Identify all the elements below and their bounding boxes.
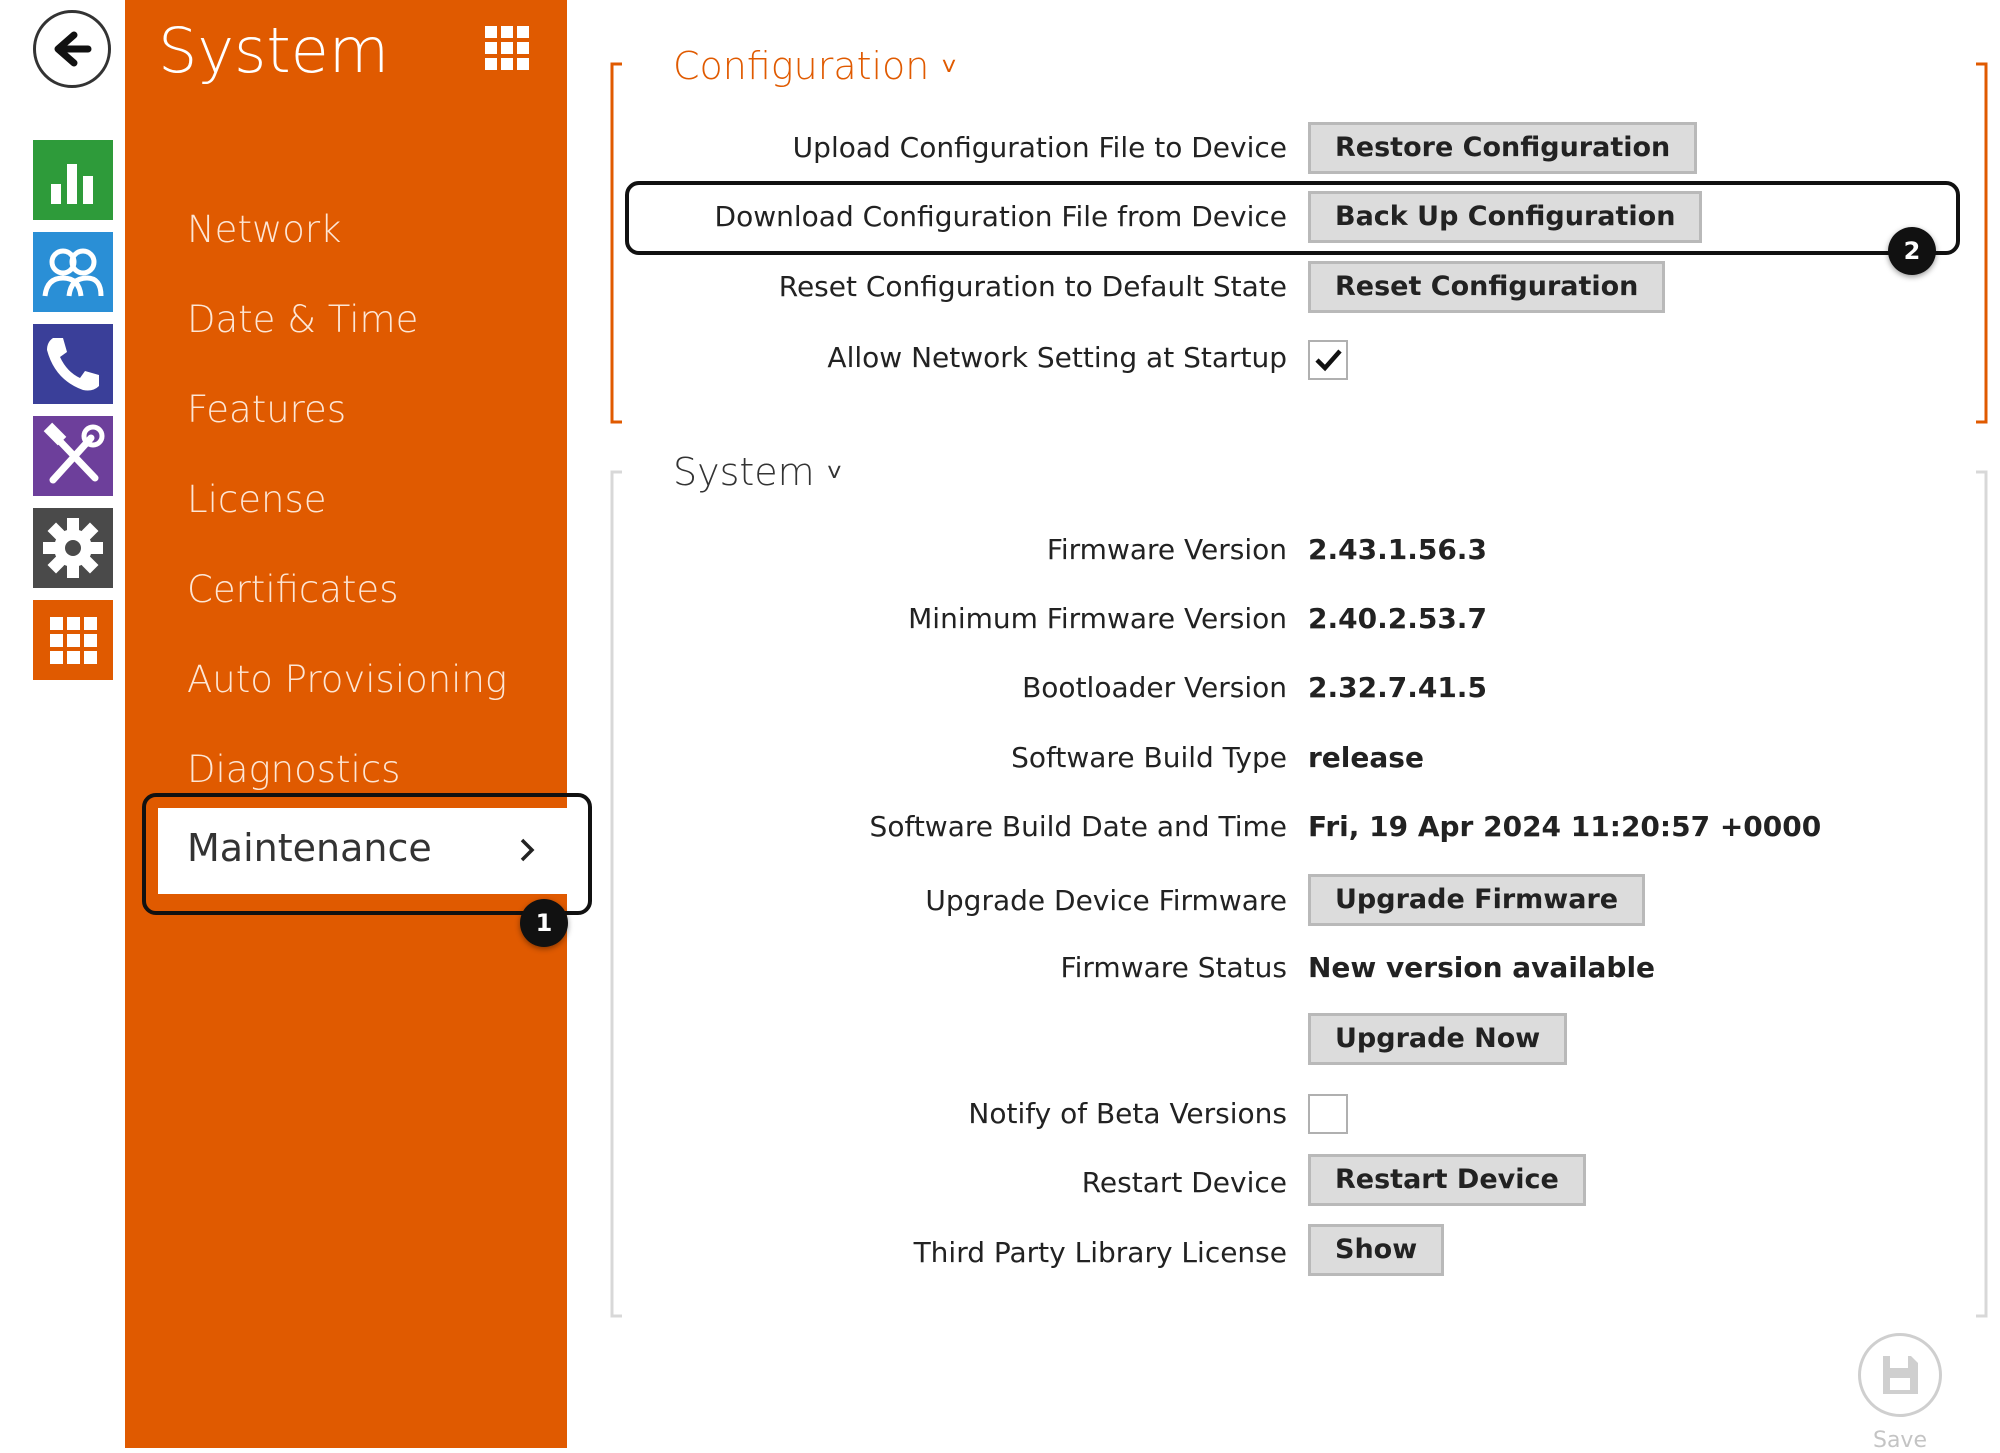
- build-date-label: Software Build Date and Time: [869, 810, 1287, 843]
- back-button[interactable]: [33, 10, 111, 88]
- sidebar-item-date-time[interactable]: Date & Time: [187, 298, 418, 341]
- beta-versions-label: Notify of Beta Versions: [968, 1097, 1287, 1130]
- upload-config-label: Upload Configuration File to Device: [792, 131, 1287, 164]
- firmware-status-label: Firmware Status: [1060, 951, 1287, 984]
- restart-device-label: Restart Device: [1081, 1166, 1287, 1199]
- save-label: Save: [1872, 1428, 1927, 1453]
- sidebar-item-license[interactable]: License: [187, 478, 327, 521]
- allow-network-label: Allow Network Setting at Startup: [827, 341, 1287, 374]
- floppy-disk-icon: [1883, 1356, 1918, 1394]
- upgrade-now-button[interactable]: Upgrade Now: [1308, 1013, 1568, 1065]
- sidebar-item-network[interactable]: Network: [187, 208, 342, 251]
- restore-configuration-button[interactable]: Restore Configuration: [1308, 122, 1698, 174]
- sidebar-item-auto-provisioning[interactable]: Auto Provisioning: [187, 658, 507, 701]
- min-firmware-label: Minimum Firmware Version: [908, 602, 1287, 635]
- firmware-status-value: New version available: [1308, 951, 1656, 984]
- bootloader-label: Bootloader Version: [1022, 671, 1287, 704]
- allow-network-checkbox[interactable]: [1308, 340, 1348, 380]
- sidebar-item-diagnostics[interactable]: Diagnostics: [187, 748, 400, 791]
- show-license-button[interactable]: Show: [1308, 1224, 1445, 1276]
- callout-badge-1: 1: [520, 899, 568, 947]
- users-icon[interactable]: [33, 232, 113, 312]
- arrow-left-icon: [54, 31, 92, 67]
- build-type-label: Software Build Type: [1011, 741, 1287, 774]
- sidebar-item-certificates[interactable]: Certificates: [187, 568, 398, 611]
- sidebar-title: System: [158, 14, 390, 87]
- callout-badge-2: 2: [1888, 227, 1936, 275]
- build-date-value: Fri, 19 Apr 2024 11:20:57 +0000: [1308, 810, 1822, 843]
- save-button[interactable]: [1858, 1333, 1942, 1417]
- tools-icon[interactable]: [33, 416, 113, 496]
- reset-config-label: Reset Configuration to Default State: [778, 270, 1287, 303]
- upgrade-firmware-button[interactable]: Upgrade Firmware: [1308, 874, 1646, 926]
- apps-grid-icon[interactable]: [485, 26, 529, 70]
- chevron-down-icon: ˅: [826, 458, 842, 488]
- grid-icon[interactable]: [33, 600, 113, 680]
- configuration-section-header[interactable]: Configuration ˅: [673, 44, 957, 88]
- upgrade-firmware-label: Upgrade Device Firmware: [925, 884, 1287, 917]
- third-party-license-label: Third Party Library License: [913, 1236, 1287, 1269]
- callout-highlight-maintenance: [142, 793, 592, 915]
- system-title: System: [673, 450, 815, 494]
- system-section-header[interactable]: System ˅: [673, 450, 842, 494]
- configuration-title: Configuration: [673, 44, 930, 88]
- chevron-down-icon: ˅: [941, 52, 957, 82]
- build-type-value: release: [1308, 741, 1424, 774]
- system-panel-brackets: [610, 470, 1988, 1318]
- bootloader-value: 2.32.7.41.5: [1308, 671, 1487, 704]
- min-firmware-value: 2.40.2.53.7: [1308, 602, 1487, 635]
- callout-highlight-backup: [625, 181, 1960, 255]
- status-chart-icon[interactable]: [33, 140, 113, 220]
- firmware-version-value: 2.43.1.56.3: [1308, 533, 1487, 566]
- phone-icon[interactable]: [33, 324, 113, 404]
- gear-icon[interactable]: [33, 508, 113, 588]
- system-sidebar: System Network Date & Time Features Lice…: [125, 0, 567, 1448]
- restart-device-button[interactable]: Restart Device: [1308, 1154, 1586, 1206]
- firmware-version-label: Firmware Version: [1046, 533, 1287, 566]
- reset-configuration-button[interactable]: Reset Configuration: [1308, 261, 1666, 313]
- checkmark-icon: [1315, 349, 1342, 372]
- sidebar-item-features[interactable]: Features: [187, 388, 346, 431]
- beta-versions-checkbox[interactable]: [1308, 1094, 1348, 1134]
